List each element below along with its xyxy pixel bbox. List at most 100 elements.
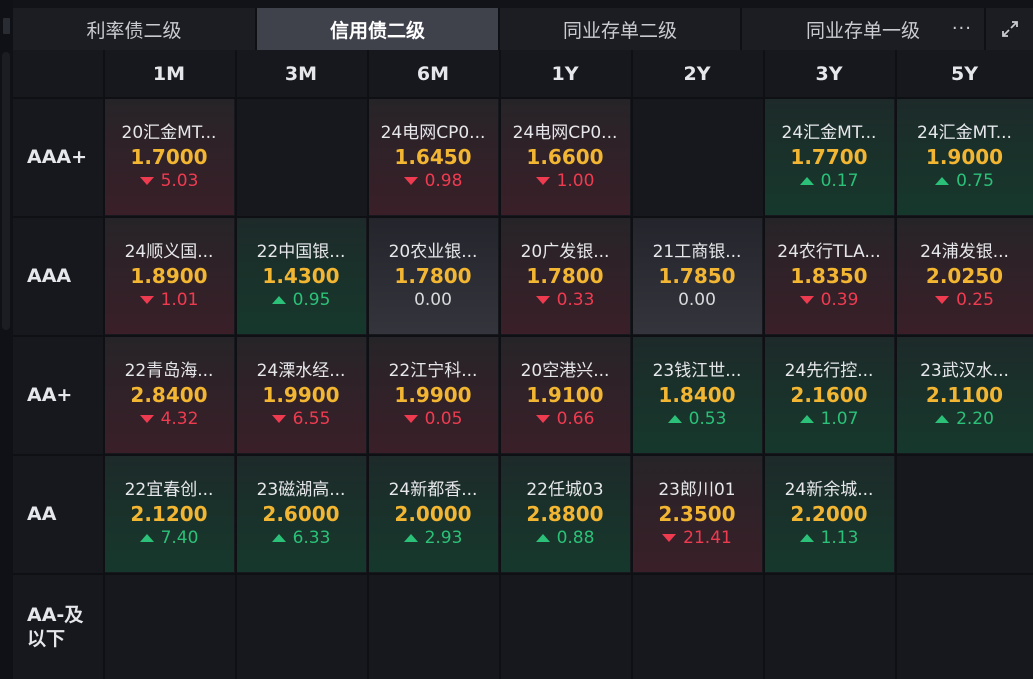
yield-change: 0.88 bbox=[535, 526, 594, 550]
bond-cell[interactable]: 24新都香... 2.0000 2.93 bbox=[368, 455, 498, 572]
yield-change: 0.00 bbox=[678, 288, 716, 312]
bond-cell[interactable]: 22任城03 2.8800 0.88 bbox=[500, 455, 630, 572]
bond-yield: 2.8400 bbox=[130, 382, 208, 407]
yield-change: 5.03 bbox=[139, 169, 198, 193]
triangle-down-icon bbox=[139, 295, 154, 304]
yield-change-value: 0.05 bbox=[424, 408, 463, 429]
bond-name: 23武汉水... bbox=[920, 360, 1009, 381]
bond-yield: 2.6000 bbox=[262, 501, 340, 526]
bond-name: 24电网CP0... bbox=[512, 122, 618, 143]
triangle-down-icon bbox=[799, 295, 814, 304]
bond-cell[interactable]: 23磁湖高... 2.6000 6.33 bbox=[236, 455, 366, 572]
column-header-3m[interactable]: 3M bbox=[236, 50, 366, 98]
column-header-2y[interactable]: 2Y bbox=[632, 50, 762, 98]
bond-name: 22青岛海... bbox=[124, 360, 214, 381]
collapse-handle[interactable] bbox=[3, 18, 10, 34]
grid-divider bbox=[763, 50, 765, 679]
left-panel-edge bbox=[0, 0, 13, 679]
yield-change: 0.05 bbox=[403, 407, 463, 431]
bond-name: 20汇金MT... bbox=[121, 122, 217, 143]
bond-cell[interactable]: 24先行控... 2.1600 1.07 bbox=[764, 336, 894, 453]
yield-change-value: 0.00 bbox=[414, 289, 452, 310]
bond-yield: 1.7000 bbox=[130, 144, 208, 169]
bond-cell[interactable]: 23郎川01 2.3500 21.41 bbox=[632, 455, 762, 572]
bond-cell[interactable]: 22中国银... 1.4300 0.95 bbox=[236, 217, 366, 334]
row-header-rating: AAA bbox=[27, 264, 72, 287]
yield-change-value: 6.55 bbox=[292, 408, 331, 429]
yield-change: 0.95 bbox=[271, 288, 330, 312]
grid-divider bbox=[235, 50, 237, 679]
bond-name: 24浦发银... bbox=[920, 241, 1009, 262]
yield-change-value: 0.17 bbox=[820, 170, 859, 191]
bond-cell[interactable]: 20农业银... 1.7800 0.00 bbox=[368, 217, 498, 334]
triangle-down-icon bbox=[403, 414, 418, 423]
tab-ncd-secondary[interactable]: 同业存单二级 bbox=[500, 8, 742, 50]
bond-cell[interactable]: 21工商银... 1.7850 0.00 bbox=[632, 217, 762, 334]
triangle-up-icon bbox=[139, 533, 154, 542]
yield-change-value: 1.01 bbox=[160, 289, 199, 310]
left-scrollbar[interactable] bbox=[2, 52, 10, 330]
triangle-down-icon bbox=[662, 533, 677, 542]
bond-cell[interactable]: 24新余城... 2.2000 1.13 bbox=[764, 455, 894, 572]
triangle-down-icon bbox=[139, 176, 154, 185]
triangle-up-icon bbox=[935, 176, 950, 185]
yield-change: 0.25 bbox=[935, 288, 994, 312]
bond-name: 24新都香... bbox=[388, 479, 478, 500]
tab-credit-bond-secondary[interactable]: 信用债二级 bbox=[257, 8, 500, 50]
yield-change-value: 0.75 bbox=[956, 170, 994, 191]
yield-change: 1.07 bbox=[799, 407, 858, 431]
bond-cell[interactable]: 23钱江世... 1.8400 0.53 bbox=[632, 336, 762, 453]
triangle-up-icon bbox=[799, 414, 814, 423]
yield-change-value: 2.93 bbox=[424, 527, 463, 548]
yield-change-value: 0.33 bbox=[556, 289, 595, 310]
bond-cell[interactable]: 24溧水经... 1.9900 6.55 bbox=[236, 336, 366, 453]
bond-yield: 2.1200 bbox=[130, 501, 208, 526]
yield-change-value: 1.13 bbox=[820, 527, 859, 548]
bond-cell[interactable]: 24顺义国... 1.8900 1.01 bbox=[104, 217, 234, 334]
yield-change: 4.32 bbox=[139, 407, 199, 431]
yield-change: 1.00 bbox=[535, 169, 594, 193]
bond-cell[interactable]: 24电网CP0... 1.6450 0.98 bbox=[368, 98, 498, 215]
yield-change-value: 4.32 bbox=[160, 408, 199, 429]
bond-cell[interactable]: 24汇金MT... 1.7700 0.17 bbox=[764, 98, 894, 215]
bond-name: 24顺义国... bbox=[124, 241, 214, 262]
column-header-1y[interactable]: 1Y bbox=[500, 50, 630, 98]
column-header-6m[interactable]: 6M bbox=[368, 50, 498, 98]
yield-change-value: 6.33 bbox=[292, 527, 331, 548]
bond-cell[interactable]: 20广发银... 1.7800 0.33 bbox=[500, 217, 630, 334]
bond-yield: 1.7800 bbox=[526, 263, 604, 288]
bond-cell[interactable]: 20汇金MT... 1.7000 5.03 bbox=[104, 98, 234, 215]
yield-change: 7.40 bbox=[139, 526, 198, 550]
yield-change: 0.53 bbox=[667, 407, 726, 431]
yield-change: 0.00 bbox=[414, 288, 452, 312]
triangle-up-icon bbox=[403, 533, 418, 542]
tab-ncd-primary[interactable]: 同业存单一级 ··· bbox=[742, 8, 986, 50]
bond-yield: 1.9100 bbox=[526, 382, 604, 407]
bond-yield: 2.3500 bbox=[658, 501, 736, 526]
bond-cell[interactable]: 22宜春创... 2.1200 7.40 bbox=[104, 455, 234, 572]
bond-yield: 1.6450 bbox=[394, 144, 472, 169]
bond-cell[interactable]: 24汇金MT... 1.9000 0.75 bbox=[896, 98, 1033, 215]
yield-change: 2.93 bbox=[403, 526, 463, 550]
bond-yield: 1.7700 bbox=[790, 144, 868, 169]
triangle-up-icon bbox=[799, 176, 814, 185]
bond-cell[interactable]: 24浦发银... 2.0250 0.25 bbox=[896, 217, 1033, 334]
grid-divider bbox=[367, 50, 369, 679]
column-header-5y[interactable]: 5Y bbox=[896, 50, 1033, 98]
more-icon[interactable]: ··· bbox=[952, 18, 972, 39]
bond-cell[interactable]: 24电网CP0... 1.6600 1.00 bbox=[500, 98, 630, 215]
tab-rate-bond-secondary[interactable]: 利率债二级 bbox=[13, 8, 257, 50]
bond-cell[interactable]: 22江宁科... 1.9900 0.05 bbox=[368, 336, 498, 453]
triangle-down-icon bbox=[935, 295, 950, 304]
bond-cell[interactable]: 23武汉水... 2.1100 2.20 bbox=[896, 336, 1033, 453]
bond-name: 22宜春创... bbox=[124, 479, 214, 500]
yield-change-value: 2.20 bbox=[956, 408, 994, 429]
column-header-3y[interactable]: 3Y bbox=[764, 50, 894, 98]
column-header-1m[interactable]: 1M bbox=[104, 50, 234, 98]
bond-name: 20空港兴... bbox=[520, 360, 610, 381]
bond-cell[interactable]: 24农行TLA... 1.8350 0.39 bbox=[764, 217, 894, 334]
bond-cell[interactable]: 22青岛海... 2.8400 4.32 bbox=[104, 336, 234, 453]
bond-cell[interactable]: 20空港兴... 1.9100 0.66 bbox=[500, 336, 630, 453]
triangle-down-icon bbox=[139, 414, 154, 423]
expand-icon[interactable] bbox=[986, 8, 1033, 50]
